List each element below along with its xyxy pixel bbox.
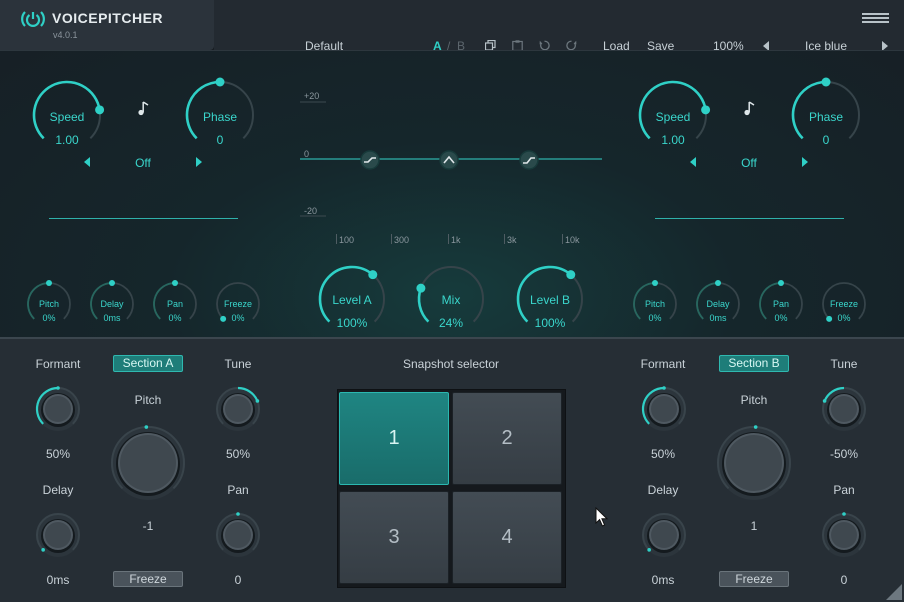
right-lfo-line bbox=[655, 218, 844, 219]
snapshot-pad-1[interactable]: 1 bbox=[339, 392, 449, 485]
left-small-delay-label: Delay bbox=[100, 299, 124, 309]
right-mode-value[interactable]: Off bbox=[724, 156, 774, 170]
left-mode-prev-arrow-icon[interactable] bbox=[84, 157, 90, 167]
section-a-formant-label: Formant bbox=[35, 357, 81, 371]
left-phase-value: 0 bbox=[216, 133, 224, 147]
peak-icon[interactable] bbox=[439, 150, 459, 170]
left-mode-next-arrow-icon[interactable] bbox=[196, 157, 202, 167]
resize-handle-icon[interactable] bbox=[884, 582, 902, 600]
section-b-tune-value: -50% bbox=[829, 447, 858, 461]
left-mode-value[interactable]: Off bbox=[118, 156, 168, 170]
section-b-pan-knob[interactable] bbox=[819, 510, 869, 560]
snapshot-pad-3[interactable]: 3 bbox=[339, 491, 449, 584]
right-phase-label: Phase bbox=[808, 110, 844, 124]
level-b-label: Level B bbox=[529, 293, 571, 307]
right-small-delay-label: Delay bbox=[706, 299, 730, 309]
section-b-pan-value: 0 bbox=[840, 573, 848, 587]
section-a-pitch-knob[interactable] bbox=[108, 423, 188, 503]
left-small-pitch-label: Pitch bbox=[38, 299, 59, 309]
left-small-delay-value: 0ms bbox=[103, 313, 121, 323]
section-b-delay-knob[interactable] bbox=[639, 510, 689, 560]
right-note-icon[interactable] bbox=[743, 101, 755, 116]
section-b-pitch-value: 1 bbox=[750, 519, 758, 533]
eq-frequency-tick bbox=[448, 234, 449, 244]
eq-frequency-label: 100 bbox=[339, 235, 355, 245]
snapshot-pad-4[interactable]: 4 bbox=[452, 491, 562, 584]
section-b-tune-knob[interactable] bbox=[819, 384, 869, 434]
level-a-label: Level A bbox=[332, 293, 372, 307]
left-speed-value: 1.00 bbox=[55, 133, 79, 147]
eq-frequency-label: 1k bbox=[451, 235, 461, 245]
eq-frequency-label: 10k bbox=[565, 235, 580, 245]
left-speed-label: Speed bbox=[49, 110, 85, 124]
right-mode-prev-arrow-icon[interactable] bbox=[690, 157, 696, 167]
right-small-freeze-value: 0% bbox=[837, 313, 851, 323]
section-b-delay-value: 0ms bbox=[651, 573, 675, 587]
section-a-tune-label: Tune bbox=[224, 357, 252, 371]
eq-frequency-tick bbox=[504, 234, 505, 244]
section-a-button[interactable]: Section A bbox=[113, 355, 183, 372]
mix-value: 24% bbox=[438, 316, 464, 330]
right-mode-next-arrow-icon[interactable] bbox=[802, 157, 808, 167]
right-small-pan-label: Pan bbox=[772, 299, 789, 309]
right-small-freeze-label: Freeze bbox=[829, 299, 858, 309]
eq-frequency-label: 3k bbox=[507, 235, 517, 245]
mouse-cursor-icon bbox=[595, 507, 609, 527]
section-b-pitch-knob[interactable] bbox=[714, 423, 794, 503]
section-b-freeze-button[interactable]: Freeze bbox=[719, 571, 789, 587]
high-shelf-icon[interactable] bbox=[519, 150, 539, 170]
power-logo-icon bbox=[21, 11, 45, 27]
section-b-pan-label: Pan bbox=[833, 483, 855, 497]
menu-icon[interactable] bbox=[862, 13, 889, 25]
app-title: VOICEPITCHER bbox=[52, 10, 164, 26]
section-a-pitch-value: -1 bbox=[142, 519, 154, 533]
left-lfo-line bbox=[49, 218, 238, 219]
left-small-pan-value: 0% bbox=[168, 313, 182, 323]
section-a-delay-label: Delay bbox=[42, 483, 74, 497]
level-b-value: 100% bbox=[534, 316, 566, 330]
left-small-freeze-value: 0% bbox=[231, 313, 245, 323]
section-b-formant-knob[interactable] bbox=[639, 384, 689, 434]
right-speed-value: 1.00 bbox=[661, 133, 685, 147]
section-b-delay-label: Delay bbox=[647, 483, 679, 497]
left-small-freeze-label: Freeze bbox=[223, 299, 252, 309]
section-a-pan-knob[interactable] bbox=[213, 510, 263, 560]
section-a-pitch-label: Pitch bbox=[134, 393, 162, 407]
section-b-tune-label: Tune bbox=[830, 357, 858, 371]
right-small-pitch-value: 0% bbox=[648, 313, 662, 323]
right-speed-label: Speed bbox=[655, 110, 691, 124]
section-a-tune-value: 50% bbox=[225, 447, 251, 461]
section-b-formant-label: Formant bbox=[640, 357, 686, 371]
left-small-pitch-value: 0% bbox=[42, 313, 56, 323]
section-b-pitch-label: Pitch bbox=[740, 393, 768, 407]
right-phase-value: 0 bbox=[822, 133, 830, 147]
eq-frequency-tick bbox=[336, 234, 337, 244]
snapshot-pad-2[interactable]: 2 bbox=[452, 392, 562, 485]
left-small-pan-label: Pan bbox=[166, 299, 183, 309]
right-small-delay-value: 0ms bbox=[709, 313, 727, 323]
eq-frequency-tick bbox=[562, 234, 563, 244]
app-version: v4.0.1 bbox=[53, 30, 78, 40]
section-a-delay-value: 0ms bbox=[46, 573, 70, 587]
level-a-value: 100% bbox=[336, 316, 368, 330]
section-a-pan-label: Pan bbox=[227, 483, 249, 497]
right-small-pan-value: 0% bbox=[774, 313, 788, 323]
left-phase-label: Phase bbox=[202, 110, 238, 124]
eq-frequency-label: 300 bbox=[394, 235, 410, 245]
section-a-pan-value: 0 bbox=[234, 573, 242, 587]
section-a-formant-value: 50% bbox=[45, 447, 71, 461]
snapshot-title: Snapshot selector bbox=[402, 357, 500, 371]
section-a-freeze-button[interactable]: Freeze bbox=[113, 571, 183, 587]
section-a-delay-knob[interactable] bbox=[33, 510, 83, 560]
right-small-pitch-label: Pitch bbox=[644, 299, 665, 309]
section-b-formant-value: 50% bbox=[650, 447, 676, 461]
section-a-formant-knob[interactable] bbox=[33, 384, 83, 434]
left-note-icon[interactable] bbox=[137, 101, 149, 116]
eq-frequency-tick bbox=[391, 234, 392, 244]
mix-label: Mix bbox=[441, 293, 461, 307]
section-b-button[interactable]: Section B bbox=[719, 355, 789, 372]
section-a-tune-knob[interactable] bbox=[213, 384, 263, 434]
low-shelf-icon[interactable] bbox=[360, 150, 380, 170]
